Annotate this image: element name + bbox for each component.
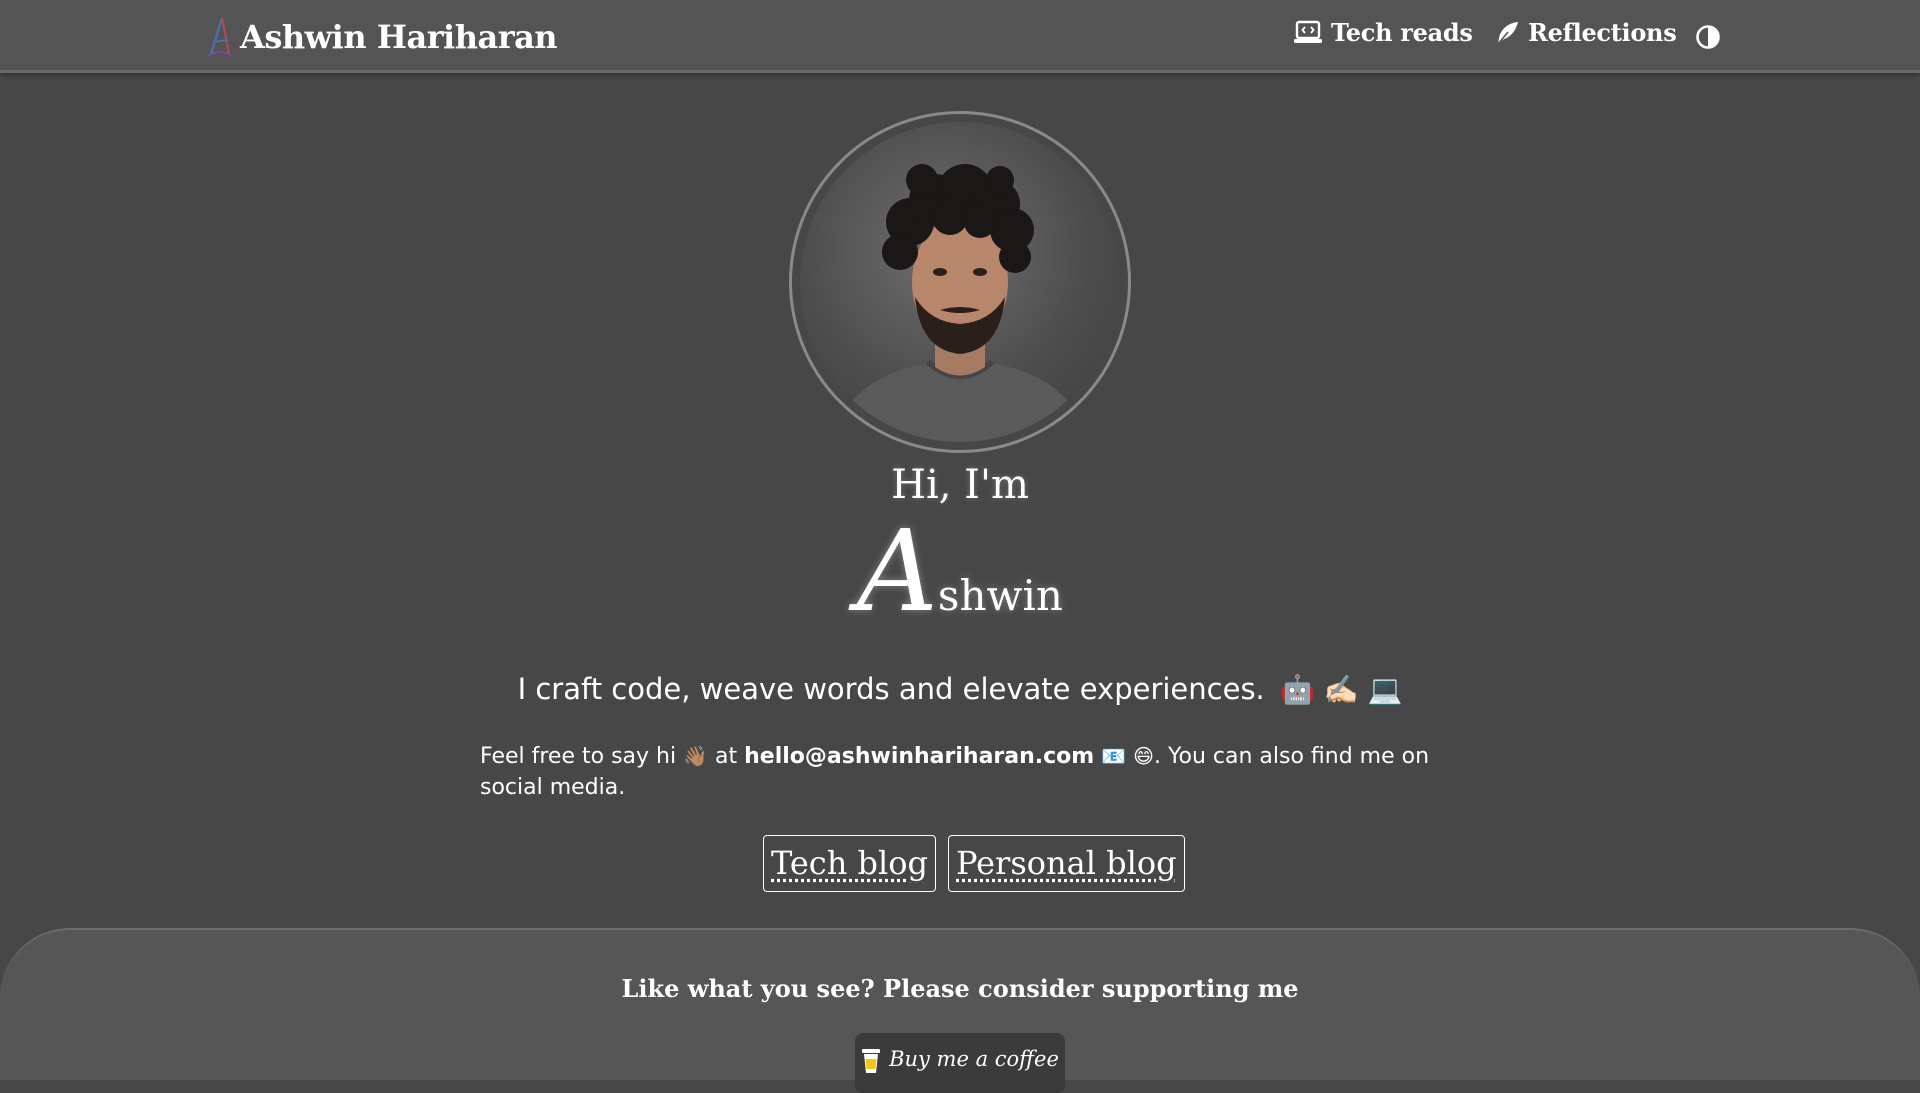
nav-tech-reads[interactable]: Tech reads	[1293, 18, 1473, 47]
tagline: I craft code, weave words and elevate ex…	[0, 672, 1920, 706]
coffee-label: Buy me a coffee	[889, 1047, 1059, 1071]
support-text: Like what you see? Please consider suppo…	[621, 974, 1299, 1003]
tech-blog-button[interactable]: Tech blog	[763, 835, 936, 892]
tagline-emojis: 🤖 ✍🏻 💻	[1280, 673, 1403, 706]
contact-paragraph: Feel free to say hi 👋🏽 at hello@ashwinha…	[480, 741, 1440, 803]
smile-emoji: 😄	[1133, 744, 1154, 768]
hero-name: Ashwin	[0, 516, 1920, 628]
feather-pen-icon	[1497, 21, 1518, 45]
profile-photo-frame	[789, 111, 1131, 453]
contact-prefix: Feel free to say hi	[480, 744, 677, 769]
profile-photo	[800, 122, 1120, 442]
support-section: Like what you see? Please consider suppo…	[0, 928, 1920, 1093]
coffee-cup-icon	[862, 1049, 881, 1073]
hero-name-initial: A	[857, 507, 938, 637]
nav-reflections-label: Reflections	[1528, 18, 1677, 47]
wave-emoji: 👋🏽	[683, 744, 708, 768]
laptop-code-icon	[1294, 20, 1322, 43]
email-link[interactable]: hello@ashwinhariharan.com	[744, 744, 1094, 769]
buy-me-a-coffee-button[interactable]: Buy me a coffee	[855, 1033, 1065, 1093]
half-circle-contrast-icon[interactable]	[1695, 24, 1721, 50]
contact-at: at	[715, 744, 738, 769]
personal-blog-button[interactable]: Personal blog	[948, 835, 1185, 892]
portrait-illustration	[830, 164, 1090, 442]
greeting-text: Hi, I'm	[891, 462, 1029, 508]
tagline-text: I craft code, weave words and elevate ex…	[517, 672, 1265, 706]
site-title: Ashwin Hariharan	[240, 18, 558, 56]
nav-tech-reads-label: Tech reads	[1331, 18, 1473, 47]
brand-logo-icon	[207, 17, 233, 57]
hero-name-rest: shwin	[937, 571, 1063, 620]
top-navbar: Ashwin Hariharan Tech reads Reflections	[0, 0, 1920, 73]
site-brand-link[interactable]: Ashwin Hariharan	[202, 14, 558, 60]
nav-reflections[interactable]: Reflections	[1494, 18, 1677, 47]
mail-emoji: 📧	[1101, 744, 1127, 768]
